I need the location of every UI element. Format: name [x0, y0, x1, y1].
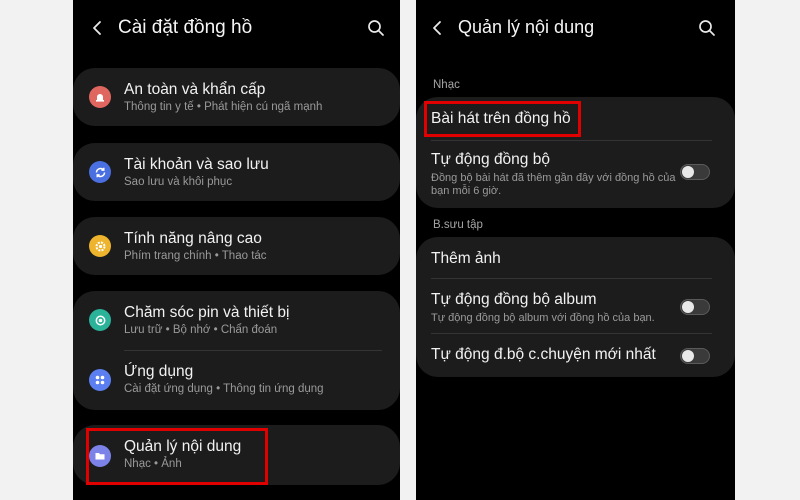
sync-icon [89, 161, 111, 183]
search-icon[interactable] [367, 19, 385, 37]
highlight-box [86, 428, 268, 485]
section-label: B.sưu tập [433, 219, 483, 231]
item-title: An toàn và khẩn cấp [124, 81, 266, 98]
gear-plus-icon [89, 235, 111, 257]
toggle-knob [682, 301, 694, 313]
settings-item-advanced[interactable]: Tính năng nâng cao Phím trang chính • Th… [73, 217, 400, 275]
back-arrow-icon[interactable] [90, 20, 106, 36]
item-title: Tài khoản và sao lưu [124, 156, 269, 173]
item-subtitle: Đồng bộ bài hát đã thêm gần đây với đồng… [431, 172, 676, 197]
device-care-icon [89, 309, 111, 331]
item-title: Chăm sóc pin và thiết bị [124, 304, 290, 321]
auto-sync-album-item[interactable]: Tự động đồng bộ album Tự động đồng bộ al… [416, 279, 735, 333]
content-manager-screen: Quản lý nội dung Nhạc Bài hát trên đồng … [416, 0, 735, 500]
item-title: Tính năng nâng cao [124, 230, 262, 247]
add-photos-item[interactable]: Thêm ảnh [416, 237, 735, 278]
page-title: Quản lý nội dung [458, 17, 595, 37]
item-title: Thêm ảnh [431, 250, 501, 267]
settings-card: Tài khoản và sao lưu Sao lưu và khôi phụ… [73, 143, 400, 201]
item-subtitle: Lưu trữ • Bộ nhớ • Chẩn đoán [124, 324, 278, 336]
settings-card: Thêm ảnh Tự động đồng bộ album Tự động đ… [416, 237, 735, 377]
item-subtitle: Thông tin y tế • Phát hiện cú ngã mạnh [124, 101, 323, 113]
apps-icon [89, 369, 111, 391]
settings-item-apps[interactable]: Ứng dụng Cài đặt ứng dụng • Thông tin ứn… [73, 351, 400, 410]
search-icon[interactable] [698, 19, 716, 37]
settings-item-device-care[interactable]: Chăm sóc pin và thiết bị Lưu trữ • Bộ nh… [73, 291, 400, 350]
item-subtitle: Phím trang chính • Thao tác [124, 250, 267, 262]
item-subtitle: Sao lưu và khôi phục [124, 176, 233, 188]
app-bar: Cài đặt đồng hồ [73, 0, 400, 58]
auto-sync-toggle[interactable] [680, 164, 710, 180]
item-title: Tự động đ.bộ c.chuyện mới nhất [431, 346, 656, 363]
settings-item-accounts[interactable]: Tài khoản và sao lưu Sao lưu và khôi phụ… [73, 143, 400, 201]
toggle-knob [682, 166, 694, 178]
settings-card: An toàn và khẩn cấp Thông tin y tế • Phá… [73, 68, 400, 126]
settings-card: Chăm sóc pin và thiết bị Lưu trữ • Bộ nh… [73, 291, 400, 410]
item-title: Ứng dụng [124, 363, 194, 380]
settings-item-safety[interactable]: An toàn và khẩn cấp Thông tin y tế • Phá… [73, 68, 400, 126]
highlight-box [424, 101, 581, 137]
auto-sync-stories-toggle[interactable] [680, 348, 710, 364]
settings-screen: Cài đặt đồng hồ An toàn và khẩn cấp Thôn… [73, 0, 400, 500]
page-title: Cài đặt đồng hồ [118, 17, 253, 38]
item-title: Tự động đồng bộ [431, 151, 550, 168]
back-arrow-icon[interactable] [430, 20, 446, 36]
item-subtitle: Tự động đồng bộ album với đồng hồ của bạ… [431, 312, 655, 324]
siren-icon [89, 86, 111, 108]
item-subtitle: Cài đặt ứng dụng • Thông tin ứng dụng [124, 383, 324, 395]
auto-sync-item[interactable]: Tự động đồng bộ Đồng bộ bài hát đã thêm … [416, 141, 735, 208]
app-bar: Quản lý nội dung [416, 0, 735, 58]
auto-sync-album-toggle[interactable] [680, 299, 710, 315]
auto-sync-stories-item[interactable]: Tự động đ.bộ c.chuyện mới nhất [416, 334, 735, 377]
item-title: Tự động đồng bộ album [431, 291, 597, 308]
section-label: Nhạc [433, 79, 460, 91]
toggle-knob [682, 350, 694, 362]
settings-card: Tính năng nâng cao Phím trang chính • Th… [73, 217, 400, 275]
